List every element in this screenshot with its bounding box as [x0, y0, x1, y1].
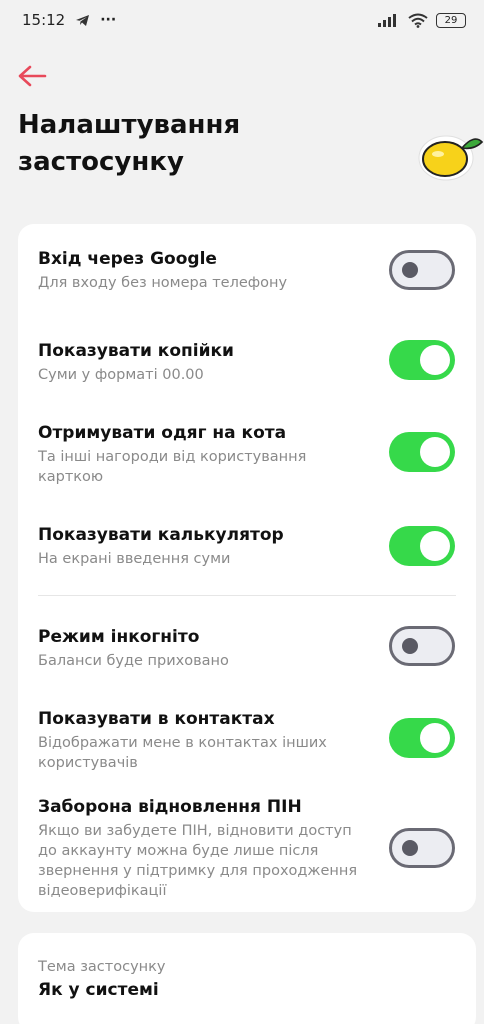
setting-pin-recovery-ban[interactable]: Заборона відновлення ПІН Якщо ви забудет… — [18, 794, 476, 906]
setting-subtitle: Відображати мене в контактах інших корис… — [38, 735, 327, 771]
setting-google-login[interactable]: Вхід через Google Для входу без номера т… — [18, 246, 476, 316]
setting-title: Заборона відновлення ПІН — [38, 797, 302, 817]
show-in-contacts-toggle[interactable] — [389, 718, 455, 758]
back-button[interactable] — [14, 58, 50, 94]
toggle-knob — [420, 437, 450, 467]
theme-label: Тема застосунку — [38, 959, 166, 975]
theme-setting[interactable]: Тема застосунку Як у системі — [18, 933, 476, 1024]
setting-subtitle: Суми у форматі 00.00 — [38, 367, 204, 383]
toggle-knob — [420, 531, 450, 561]
setting-cat-clothes[interactable]: Отримувати одяг на кота Та інші нагороди… — [18, 420, 476, 500]
setting-subtitle: Якщо ви забудете ПІН, відновити доступ д… — [38, 823, 358, 899]
toggle-knob — [402, 262, 418, 278]
battery-level: 29 — [444, 14, 458, 26]
lemon-icon — [418, 135, 484, 181]
more-notifications: ··· — [100, 12, 117, 28]
toggle-knob — [402, 840, 418, 856]
theme-value: Як у системі — [38, 980, 159, 1000]
setting-title: Показувати копійки — [38, 341, 234, 361]
wifi-icon — [408, 13, 428, 28]
setting-show-in-contacts[interactable]: Показувати в контактах Відображати мене … — [18, 706, 476, 786]
setting-title: Показувати калькулятор — [38, 525, 284, 545]
signal-icon — [378, 14, 396, 27]
show-kopecks-toggle[interactable] — [389, 340, 455, 380]
setting-title: Режим інкогніто — [38, 627, 200, 647]
google-login-toggle[interactable] — [389, 250, 455, 290]
setting-title: Показувати в контактах — [38, 709, 275, 729]
setting-title: Отримувати одяг на кота — [38, 423, 287, 443]
pin-recovery-ban-toggle[interactable] — [389, 828, 455, 868]
toggle-knob — [402, 638, 418, 654]
setting-title: Вхід через Google — [38, 249, 217, 269]
setting-incognito[interactable]: Режим інкогніто Баланси буде приховано — [18, 624, 476, 684]
settings-card: Вхід через Google Для входу без номера т… — [18, 224, 476, 912]
setting-show-kopecks[interactable]: Показувати копійки Суми у форматі 00.00 — [18, 338, 476, 398]
cat-clothes-toggle[interactable] — [389, 432, 455, 472]
page-title: Налаштування застосунку — [18, 110, 241, 177]
section-divider — [38, 595, 456, 596]
show-calculator-toggle[interactable] — [389, 526, 455, 566]
toggle-knob — [420, 723, 450, 753]
setting-show-calculator[interactable]: Показувати калькулятор На екрані введенн… — [18, 522, 476, 582]
toggle-knob — [420, 345, 450, 375]
status-bar: 15:12 ··· 29 — [0, 0, 484, 40]
arrow-left-icon — [18, 65, 47, 87]
setting-subtitle: Для входу без номера телефону — [38, 275, 288, 291]
setting-subtitle: На екрані введення суми — [38, 551, 231, 567]
telegram-icon — [76, 14, 90, 26]
status-time: 15:12 — [22, 11, 66, 29]
battery-indicator: 29 — [436, 12, 466, 28]
setting-subtitle: Баланси буде приховано — [38, 653, 229, 669]
incognito-toggle[interactable] — [389, 626, 455, 666]
setting-subtitle: Та інші нагороди від користування картко… — [38, 449, 307, 485]
